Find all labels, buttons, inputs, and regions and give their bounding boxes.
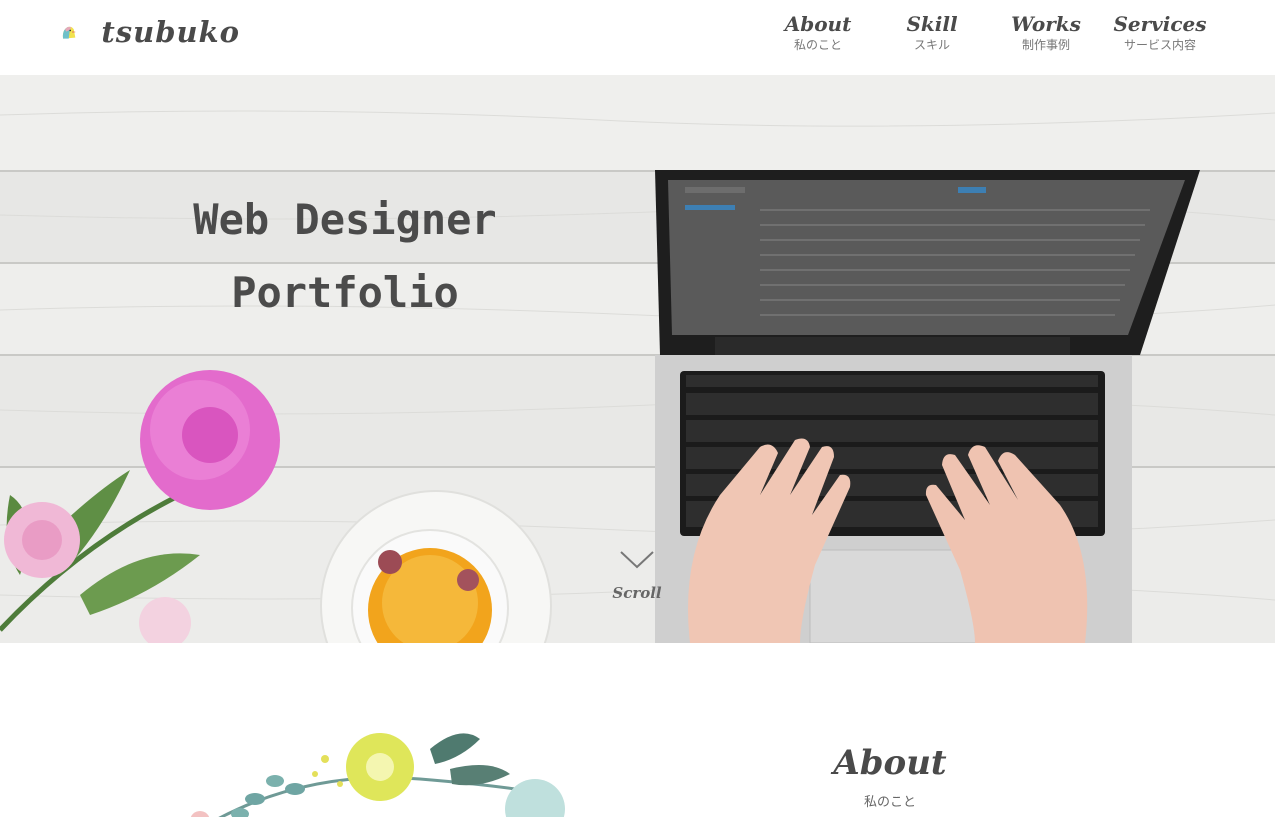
nav-item-label: About: [784, 12, 852, 36]
nav-item-services[interactable]: Services サービス内容: [1105, 10, 1215, 52]
hero-title-line1: Web Designer: [193, 195, 497, 244]
logo-text: tsubuko: [101, 15, 240, 49]
floral-wreath-image: [190, 733, 565, 817]
scroll-button[interactable]: Scroll: [602, 550, 672, 620]
nav-item-sublabel: サービス内容: [1123, 38, 1196, 52]
nav-item-about[interactable]: About 私のこと: [763, 10, 873, 52]
about-section: About 私のこと: [0, 643, 1275, 817]
nav-item-sublabel: スキル: [913, 38, 950, 52]
nav-item-works[interactable]: Works 制作事例: [991, 10, 1101, 52]
nav-item-sublabel: 私のこと: [793, 38, 842, 52]
site-header: tsubuko About 私のこと Skill スキル Works 制作事例 …: [0, 0, 1275, 75]
site-logo[interactable]: tsubuko: [60, 12, 240, 52]
main-nav: About 私のこと Skill スキル Works 制作事例 Services…: [759, 10, 1215, 52]
hero-title-line2: Portfolio: [231, 268, 459, 317]
hero-title: Web Designer Portfolio: [140, 183, 550, 329]
hero-section: Web Designer Portfolio Scroll: [0, 75, 1275, 643]
scroll-label: Scroll: [612, 584, 662, 602]
about-subtitle: 私のこと: [863, 795, 916, 810]
nav-item-skill[interactable]: Skill スキル: [877, 10, 987, 52]
nav-item-label: Skill: [906, 12, 958, 36]
about-title: About: [833, 743, 947, 783]
bird-icon: [62, 26, 76, 39]
about-heading: About 私のこと: [790, 741, 990, 810]
nav-item-label: Services: [1113, 12, 1207, 36]
nav-item-sublabel: 制作事例: [1021, 38, 1070, 52]
chevron-down-icon: [620, 551, 654, 569]
nav-item-label: Works: [1011, 12, 1081, 36]
